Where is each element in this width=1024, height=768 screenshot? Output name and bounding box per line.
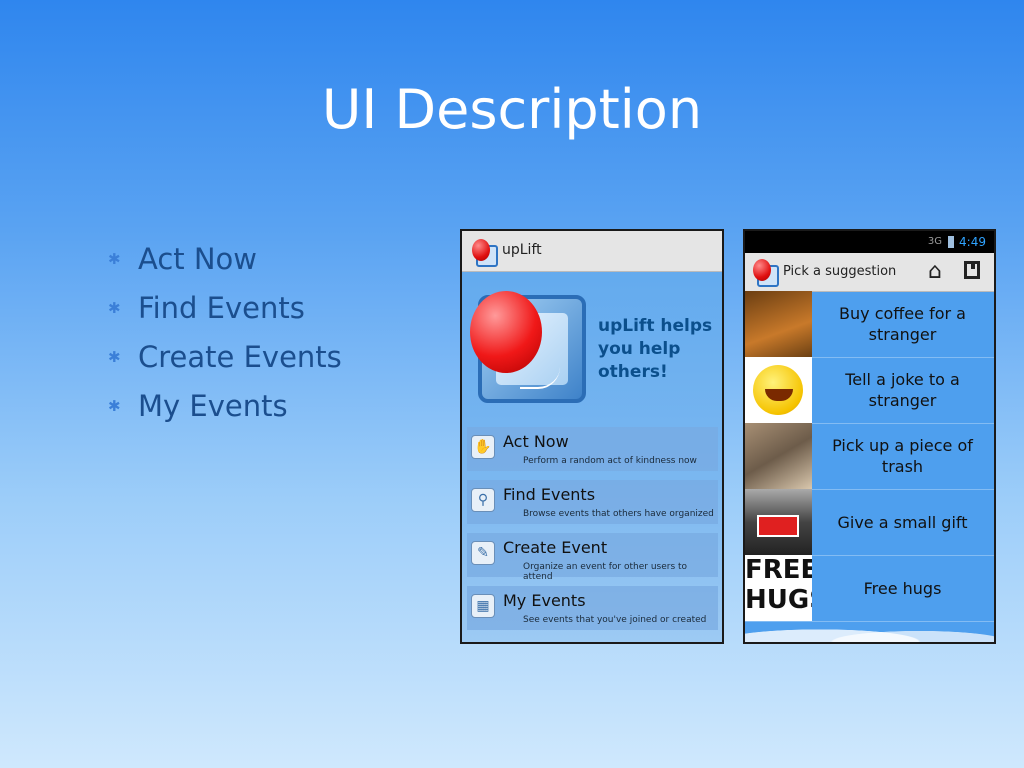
trash-thumbnail bbox=[745, 423, 812, 489]
bullet-star-icon: ✱ bbox=[108, 396, 121, 415]
tagline: upLift helps you help others! bbox=[598, 316, 713, 382]
status-bar: 3G 4:49 bbox=[745, 231, 994, 253]
slide-title: UI Description bbox=[321, 78, 703, 141]
free-hugs-thumbnail: FREE HUGS bbox=[745, 555, 812, 621]
menu-item-my-events[interactable]: ▦ My Events See events that you've joine… bbox=[467, 586, 718, 630]
bullet-item: ✱ Find Events bbox=[108, 283, 342, 332]
suggestion-text: Give a small gift bbox=[837, 512, 968, 532]
list-item[interactable]: Give a small gift bbox=[745, 489, 994, 556]
balloon-icon bbox=[472, 239, 490, 261]
bullet-item: ✱ Act Now bbox=[108, 234, 342, 283]
menu-item-create-event[interactable]: ✎ Create Event Organize an event for oth… bbox=[467, 533, 718, 582]
bullet-label: My Events bbox=[138, 388, 288, 423]
screen-title: Pick a suggestion bbox=[783, 264, 897, 279]
balloon-icon bbox=[753, 259, 771, 281]
menu-item-act-now[interactable]: ✋ Act Now Perform a random act of kindne… bbox=[467, 427, 718, 471]
bullet-item: ✱ Create Events bbox=[108, 332, 342, 381]
bullet-star-icon: ✱ bbox=[108, 347, 121, 366]
magnifier-icon: ⚲ bbox=[471, 488, 495, 512]
menu-item-subtitle: See events that you've joined or created bbox=[523, 615, 707, 625]
bullet-list: ✱ Act Now ✱ Find Events ✱ Create Events ✱ My… bbox=[108, 234, 342, 430]
app-title: upLift bbox=[502, 242, 542, 258]
smiley-thumbnail bbox=[745, 357, 812, 423]
menu-item-label: Create Event bbox=[503, 538, 608, 557]
bullet-label: Create Events bbox=[138, 339, 342, 374]
suggestion-text: Buy coffee for a stranger bbox=[839, 304, 966, 344]
calendar-icon: ▦ bbox=[471, 594, 495, 618]
list-item[interactable]: Buy coffee for a stranger bbox=[745, 291, 994, 358]
network-indicator: 3G bbox=[927, 236, 942, 247]
list-item[interactable]: Tell a joke to a stranger bbox=[745, 357, 994, 424]
cloud-decoration bbox=[745, 620, 994, 642]
menu-item-label: My Events bbox=[503, 591, 586, 610]
gift-box-icon bbox=[757, 515, 799, 537]
bullet-star-icon: ✱ bbox=[108, 298, 121, 317]
pencil-icon: ✎ bbox=[471, 541, 495, 565]
phone-screenshot-suggestions: 3G 4:49 Pick a suggestion ⌂ Buy coffee f… bbox=[743, 229, 996, 644]
menu-item-subtitle: Perform a random act of kindness now bbox=[523, 456, 697, 466]
coffee-thumbnail bbox=[745, 291, 812, 357]
menu-item-label: Find Events bbox=[503, 485, 596, 504]
phone-screenshot-home: upLift upLift helps you help others! ✋ A… bbox=[460, 229, 724, 644]
bullet-label: Act Now bbox=[138, 241, 258, 276]
red-balloon-icon bbox=[470, 291, 542, 373]
action-bar: Pick a suggestion ⌂ bbox=[745, 253, 994, 292]
bullet-label: Find Events bbox=[138, 290, 305, 325]
list-item[interactable]: FREE HUGS Free hugs bbox=[745, 555, 994, 622]
bullet-item: ✱ My Events bbox=[108, 381, 342, 430]
menu-item-subtitle: Organize an event for other users to att… bbox=[523, 562, 688, 582]
status-time: 4:49 bbox=[959, 235, 986, 249]
menu-item-find-events[interactable]: ⚲ Find Events Browse events that others … bbox=[467, 480, 718, 524]
suggestion-text: Free hugs bbox=[863, 578, 942, 598]
gift-thumbnail bbox=[745, 489, 812, 555]
menu-item-label: Act Now bbox=[503, 432, 569, 451]
home-icon[interactable]: ⌂ bbox=[928, 259, 942, 284]
suggestion-text: Tell a joke to a stranger bbox=[845, 370, 960, 410]
bookmark-icon[interactable] bbox=[964, 261, 980, 279]
bullet-star-icon: ✱ bbox=[108, 249, 121, 268]
app-action-bar: upLift bbox=[462, 231, 722, 272]
suggestion-text: Pick up a piece of trash bbox=[832, 436, 973, 476]
menu-item-subtitle: Browse events that others have organized bbox=[523, 509, 714, 519]
list-item[interactable]: Pick up a piece of trash bbox=[745, 423, 994, 490]
battery-icon bbox=[948, 236, 954, 248]
handshake-icon: ✋ bbox=[471, 435, 495, 459]
